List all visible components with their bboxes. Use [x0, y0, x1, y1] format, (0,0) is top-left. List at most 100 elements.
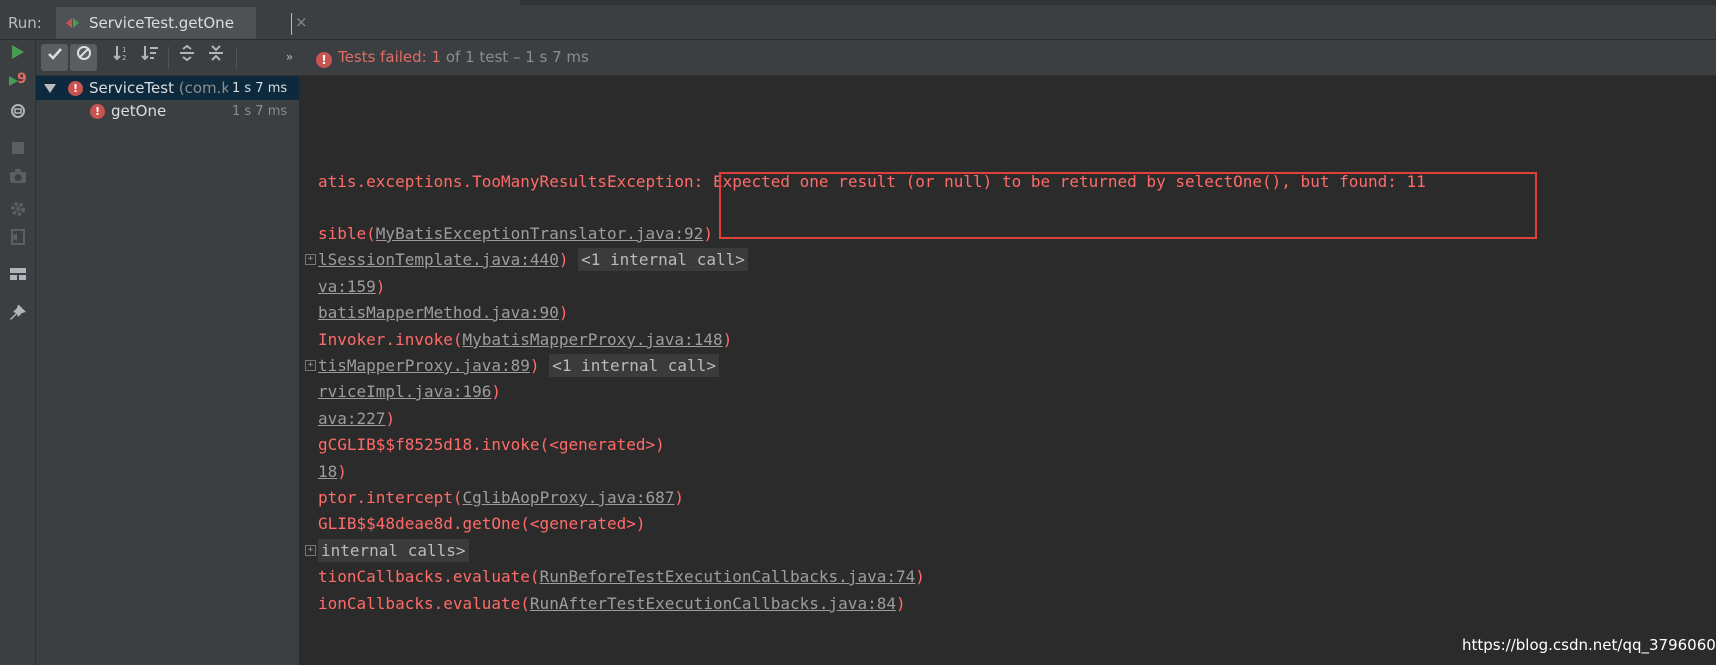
trace-text: ) — [722, 330, 733, 349]
error-icon: ! — [68, 81, 83, 96]
tree-node-label: ServiceTest (com.kav — [89, 79, 248, 97]
expand-fold-icon[interactable]: + — [305, 360, 316, 371]
stack-trace-line: va:159) — [318, 277, 385, 296]
internal-calls-fold[interactable]: internal calls> — [318, 539, 469, 562]
svg-text:2: 2 — [122, 54, 126, 61]
stack-trace-line: ptor.intercept(CglibAopProxy.java:687) — [318, 488, 684, 507]
source-file-link[interactable]: lSessionTemplate.java:440 — [318, 250, 559, 269]
trace-text: ) — [375, 277, 386, 296]
stack-trace-line: rviceImpl.java:196) — [318, 382, 501, 401]
trace-text: sible( — [318, 224, 376, 243]
run-icon[interactable] — [8, 44, 28, 64]
vertical-toolbar: 9 — [0, 40, 36, 665]
highlight-annotation-box — [719, 172, 1537, 239]
test-method-name: getOne — [111, 102, 167, 120]
rerun-failed-icon[interactable]: 9 — [8, 71, 28, 92]
source-file-link[interactable]: RunAfterTestExecutionCallbacks.java:84 — [530, 594, 896, 613]
tests-failed-label: Tests failed: 1 — [338, 48, 442, 66]
stack-trace-line: sible(MyBatisExceptionTranslator.java:92… — [318, 224, 713, 243]
trace-text: ) — [558, 303, 569, 322]
tree-node-getone[interactable]: ! getOne 1 s 7 ms — [36, 100, 299, 124]
sort-by-duration-icon[interactable] — [136, 44, 163, 71]
watermark-url: https://blog.csdn.net/qq_37960603 — [1462, 636, 1716, 654]
tree-node-servicetest[interactable]: ! ServiceTest (com.kav 1 s 7 ms — [36, 76, 299, 100]
tab-divider — [291, 13, 292, 35]
trace-text: ionCallbacks.evaluate( — [318, 594, 530, 613]
more-actions-icon[interactable]: » — [276, 44, 303, 71]
trace-text: ) — [915, 567, 925, 586]
tests-summary: of 1 test – 1 s 7 ms — [445, 48, 589, 66]
expand-fold-icon[interactable]: + — [305, 545, 316, 556]
collapse-all-icon[interactable] — [202, 44, 229, 71]
trace-text: ) — [385, 409, 396, 428]
stack-trace-line: batisMapperMethod.java:90) — [318, 303, 568, 322]
trace-text: Invoker.invoke( — [318, 330, 463, 349]
source-file-link[interactable]: 18 — [318, 462, 337, 481]
test-toolbar: 12 » ! Tests failed: 1 of 1 test – 1 s 7 … — [36, 40, 1716, 76]
camera-icon[interactable] — [8, 168, 28, 188]
svg-text:1: 1 — [122, 46, 126, 54]
toolbar-separator — [168, 47, 169, 69]
stop-icon[interactable] — [8, 140, 28, 160]
source-file-link[interactable]: rviceImpl.java:196 — [318, 382, 491, 401]
test-result-icon — [66, 18, 79, 28]
rerun-badge: 9 — [17, 71, 27, 87]
source-file-link[interactable]: RunBeforeTestExecutionCallbacks.java:74 — [540, 567, 916, 586]
stack-trace-line: + lSessionTemplate.java:440) <1 internal … — [305, 248, 748, 271]
tab-title: ServiceTest.getOne — [89, 14, 234, 32]
run-tab-bar: Run: ServiceTest.getOne × — [0, 5, 1716, 40]
error-icon: ! — [316, 52, 332, 68]
source-file-link[interactable]: MybatisMapperProxy.java:148 — [463, 330, 723, 349]
source-file-link[interactable]: CglibAopProxy.java:687 — [463, 488, 675, 507]
show-passed-icon[interactable] — [41, 44, 68, 71]
trace-text: ptor.intercept( — [318, 488, 463, 507]
run-label: Run: — [8, 14, 42, 32]
source-file-link[interactable]: tisMapperProxy.java:89 — [318, 356, 530, 375]
exception-class: atis.exceptions.TooManyResultsException: — [318, 172, 713, 191]
trace-text: ) — [558, 250, 579, 269]
trace-text: gCGLIB$$f8525d18.invoke(<generated>) — [318, 435, 665, 454]
import-icon[interactable] — [8, 228, 28, 248]
trace-text: ) — [529, 356, 550, 375]
gear-icon[interactable] — [8, 200, 28, 220]
stack-trace-line: + internal calls> — [305, 539, 469, 562]
stack-trace-line: 18) — [318, 462, 347, 481]
trace-text: ) — [703, 224, 713, 243]
source-file-link[interactable]: batisMapperMethod.java:90 — [318, 303, 559, 322]
stack-trace-line: Invoker.invoke(MybatisMapperProxy.java:1… — [318, 330, 732, 349]
layout-icon[interactable] — [8, 266, 28, 286]
trace-text: ) — [674, 488, 685, 507]
toolbar-separator — [236, 47, 237, 69]
test-duration: 1 s 7 ms — [232, 104, 288, 119]
console-output[interactable]: atis.exceptions.TooManyResultsException:… — [300, 76, 1716, 665]
test-duration: 1 s 7 ms — [228, 81, 288, 96]
internal-calls-fold[interactable]: <1 internal call> — [578, 248, 748, 271]
stack-trace-line: ionCallbacks.evaluate(RunAfterTestExecut… — [318, 594, 906, 613]
source-file-link[interactable]: va:159 — [318, 277, 376, 296]
test-class-name: ServiceTest — [89, 79, 174, 97]
source-file-link[interactable]: ava:227 — [318, 409, 385, 428]
toggle-auto-test-icon[interactable] — [8, 102, 28, 122]
internal-calls-fold[interactable]: <1 internal call> — [549, 354, 719, 377]
trace-text: tionCallbacks.evaluate( — [318, 567, 540, 586]
expand-triangle-icon[interactable] — [44, 84, 56, 93]
test-status: ! Tests failed: 1 of 1 test – 1 s 7 ms — [316, 48, 589, 68]
stack-trace-line: gCGLIB$$f8525d18.invoke(<generated>) — [318, 435, 665, 454]
trace-text: ) — [895, 594, 906, 613]
stack-trace-line: ava:227) — [318, 409, 395, 428]
expand-all-icon[interactable] — [173, 44, 200, 71]
show-ignored-icon[interactable] — [70, 44, 97, 71]
stack-trace-line: + tisMapperProxy.java:89) <1 internal cal… — [305, 354, 719, 377]
source-file-link[interactable]: MyBatisExceptionTranslator.java:92 — [376, 224, 704, 243]
error-icon: ! — [90, 104, 105, 119]
stack-trace-line: GLIB$$48deae8d.getOne(<generated>) — [318, 514, 646, 533]
pin-icon[interactable] — [8, 304, 28, 324]
stack-trace-line: tionCallbacks.evaluate(RunBeforeTestExec… — [318, 567, 925, 586]
test-tree: ! ServiceTest (com.kav 1 s 7 ms ! getOne… — [36, 76, 300, 665]
trace-text: ) — [337, 462, 347, 481]
run-tab-servicetest-getone[interactable]: ServiceTest.getOne × — [56, 7, 308, 39]
trace-text: GLIB$$48deae8d.getOne(<generated>) — [318, 514, 646, 533]
close-icon[interactable]: × — [295, 13, 308, 31]
expand-fold-icon[interactable]: + — [305, 254, 316, 265]
sort-alphabetically-icon[interactable]: 12 — [108, 44, 135, 71]
